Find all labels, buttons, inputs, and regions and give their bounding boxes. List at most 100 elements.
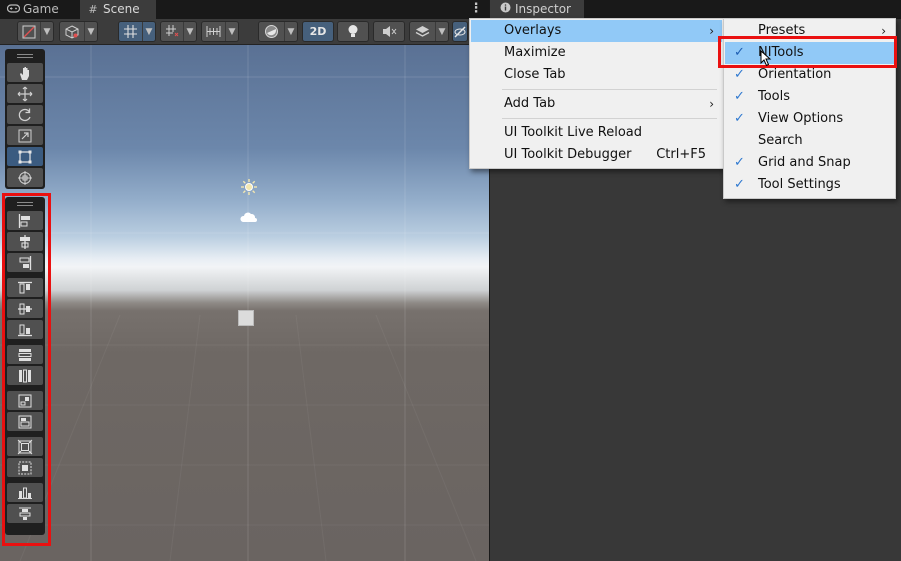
cube-icon <box>60 22 84 41</box>
chevron-down-icon: ▼ <box>84 22 97 41</box>
overlay-drag-handle[interactable] <box>9 52 41 60</box>
shading-mode-dropdown[interactable]: ▼ <box>258 21 298 42</box>
distribute-horizontal-icon <box>18 348 32 361</box>
hand-tool-button[interactable] <box>7 63 43 82</box>
draw-mode-icon <box>18 22 40 41</box>
ruler-snap-dropdown[interactable]: ▼ <box>201 21 239 42</box>
scale-icon <box>18 129 32 142</box>
2d-toggle-button[interactable]: 2D <box>302 21 334 42</box>
more-options-button[interactable]: ⋮ <box>467 1 485 18</box>
menu-item-presets[interactable]: Presets › <box>725 20 894 42</box>
transform-icon <box>18 170 32 185</box>
increment-snap-icon <box>161 22 183 41</box>
menu-item-tool-settings[interactable]: ✓ Tool Settings <box>725 174 894 196</box>
menu-separator <box>502 118 717 119</box>
scene-viewport[interactable] <box>0 45 489 561</box>
ruler-icon <box>202 22 225 41</box>
menu-item-maximize[interactable]: Maximize <box>471 42 722 64</box>
fit-children-button[interactable] <box>7 458 43 477</box>
menu-item-label: Overlays <box>504 23 562 38</box>
match-width-button[interactable] <box>7 391 43 410</box>
menu-item-add-tab[interactable]: Add Tab › <box>471 93 722 115</box>
menu-item-overlays[interactable]: Overlays › <box>471 20 722 42</box>
grid-icon: # <box>88 3 98 16</box>
menu-item-ui-toolkit-debugger[interactable]: UI Toolkit Debugger Ctrl+F5 <box>471 144 722 166</box>
match-height-icon <box>18 415 32 428</box>
effects-dropdown[interactable]: ▼ <box>409 21 449 42</box>
overlay-drag-handle[interactable] <box>9 200 41 208</box>
tab-scene-label: Scene <box>103 2 140 16</box>
menu-item-grid-and-snap[interactable]: ✓ Grid and Snap <box>725 152 894 174</box>
fit-children-icon <box>18 461 32 474</box>
scene-object-gizmo[interactable] <box>238 310 254 326</box>
align-right-icon <box>19 255 32 270</box>
scale-tool-button[interactable] <box>7 126 43 145</box>
render-mode-dropdown[interactable]: ▼ <box>59 21 98 42</box>
menu-item-ui-toolkit-live-reload[interactable]: UI Toolkit Live Reload <box>471 122 722 144</box>
menu-item-label: Tool Settings <box>758 177 841 192</box>
rect-icon <box>18 150 32 163</box>
snap-horizontal-button[interactable] <box>7 483 43 502</box>
menu-item-close-tab[interactable]: Close Tab <box>471 64 722 86</box>
grid-snap-dropdown[interactable]: ▼ <box>118 21 156 42</box>
menu-item-tools[interactable]: ✓ Tools <box>725 86 894 108</box>
align-bottom-button[interactable] <box>7 320 43 339</box>
tab-scene[interactable]: # Scene <box>80 0 156 19</box>
rotate-tool-button[interactable] <box>7 105 43 124</box>
transform-tool-button[interactable] <box>7 168 43 187</box>
distribute-horizontal-button[interactable] <box>7 345 43 364</box>
move-tool-button[interactable] <box>7 84 43 103</box>
menu-item-label: Add Tab <box>504 96 556 111</box>
pane-context-menu: Overlays › Maximize Close Tab Add Tab › … <box>469 18 724 169</box>
align-center-horizontal-button[interactable] <box>7 232 43 251</box>
menu-item-label: View Options <box>758 111 844 126</box>
increment-snap-dropdown[interactable]: ▼ <box>160 21 197 42</box>
align-center-horizontal-icon <box>20 234 30 249</box>
directional-light-icon[interactable] <box>240 178 258 196</box>
align-right-button[interactable] <box>7 253 43 272</box>
menu-item-nitools[interactable]: ✓ NITools <box>725 42 894 64</box>
rotate-icon <box>18 108 31 121</box>
submenu-arrow-icon: › <box>709 24 714 38</box>
fit-parent-button[interactable] <box>7 437 43 456</box>
align-top-icon <box>18 281 32 293</box>
submenu-arrow-icon: › <box>709 97 714 111</box>
align-center-vertical-button[interactable] <box>7 299 43 318</box>
submenu-arrow-icon: › <box>881 24 886 38</box>
menu-item-label: Search <box>758 133 803 148</box>
move-icon <box>17 86 33 101</box>
menu-item-view-options[interactable]: ✓ View Options <box>725 108 894 130</box>
chevron-down-icon: ▼ <box>225 22 238 41</box>
match-height-button[interactable] <box>7 412 43 431</box>
checkmark-icon: ✓ <box>734 155 745 170</box>
align-left-button[interactable] <box>7 211 43 230</box>
chevron-down-icon: ▼ <box>435 22 448 41</box>
draw-mode-dropdown[interactable]: ▼ <box>17 21 54 42</box>
lighting-toggle-button[interactable] <box>337 21 369 42</box>
snap-horizontal-icon <box>18 487 32 499</box>
checkmark-icon: ✓ <box>734 89 745 104</box>
scene-visibility-button[interactable] <box>452 21 468 42</box>
gamepad-icon <box>6 0 20 19</box>
tab-game-label: Game <box>23 2 59 16</box>
2d-label: 2D <box>309 25 327 38</box>
distribute-vertical-button[interactable] <box>7 366 43 385</box>
menu-item-label: Tools <box>758 89 791 104</box>
grid-snap-icon <box>119 22 142 41</box>
cloud-icon[interactable] <box>240 211 258 223</box>
chevron-down-icon: ▼ <box>40 22 53 41</box>
menu-item-orientation[interactable]: ✓ Orientation <box>725 64 894 86</box>
menu-item-label: Presets <box>758 23 806 38</box>
tab-inspector[interactable]: Inspector <box>490 0 584 19</box>
tab-game[interactable]: Game <box>0 0 78 19</box>
chevron-down-icon: ▼ <box>284 22 297 41</box>
align-top-button[interactable] <box>7 278 43 297</box>
menu-item-search[interactable]: Search <box>725 130 894 152</box>
snap-vertical-button[interactable] <box>7 504 43 523</box>
rect-tool-button[interactable] <box>7 147 43 166</box>
match-width-icon <box>18 394 32 407</box>
audio-toggle-button[interactable] <box>373 21 405 42</box>
menu-item-label: Grid and Snap <box>758 155 851 170</box>
visibility-icon <box>453 22 467 41</box>
mouse-cursor-icon <box>760 50 772 67</box>
